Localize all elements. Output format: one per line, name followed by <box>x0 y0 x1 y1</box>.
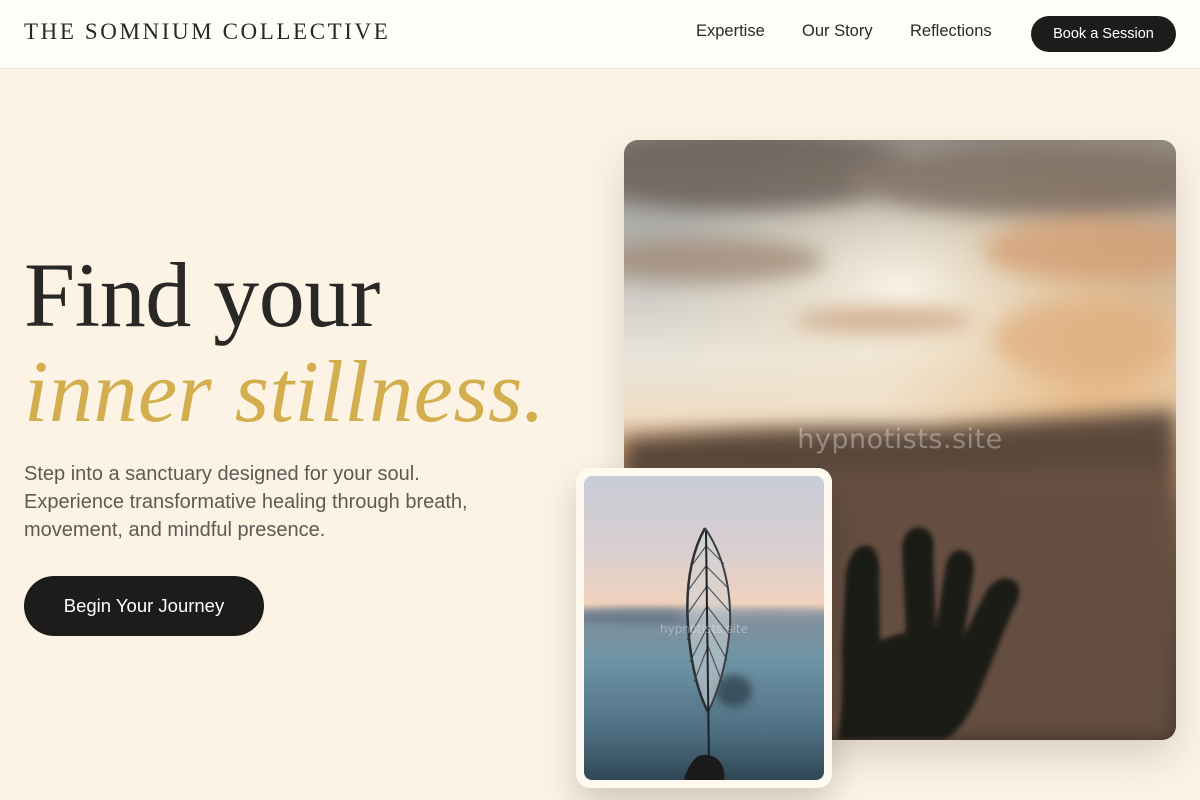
nav-link-our-story[interactable]: Our Story <box>802 22 873 41</box>
brand-logo[interactable]: THE SOMNIUM COLLECTIVE <box>24 19 390 45</box>
begin-journey-button[interactable]: Begin Your Journey <box>24 576 264 636</box>
nav-link-reflections[interactable]: Reflections <box>910 22 992 41</box>
nav-link-expertise[interactable]: Expertise <box>696 22 765 41</box>
hero-description: Step into a sanctuary designed for your … <box>24 463 468 541</box>
inset-photo-card: hypnotists.site <box>576 468 832 788</box>
inset-photo-watermark: hypnotists.site <box>659 622 748 636</box>
hero-title-line-2: inner stillness. <box>24 344 546 441</box>
top-navigation-bar: THE SOMNIUM COLLECTIVE Expertise Our Sto… <box>0 0 1200 69</box>
hero-title-line-1: Find your <box>24 244 380 346</box>
book-session-button[interactable]: Book a Session <box>1031 16 1176 52</box>
main-photo-watermark: hypnotists.site <box>797 424 1003 455</box>
